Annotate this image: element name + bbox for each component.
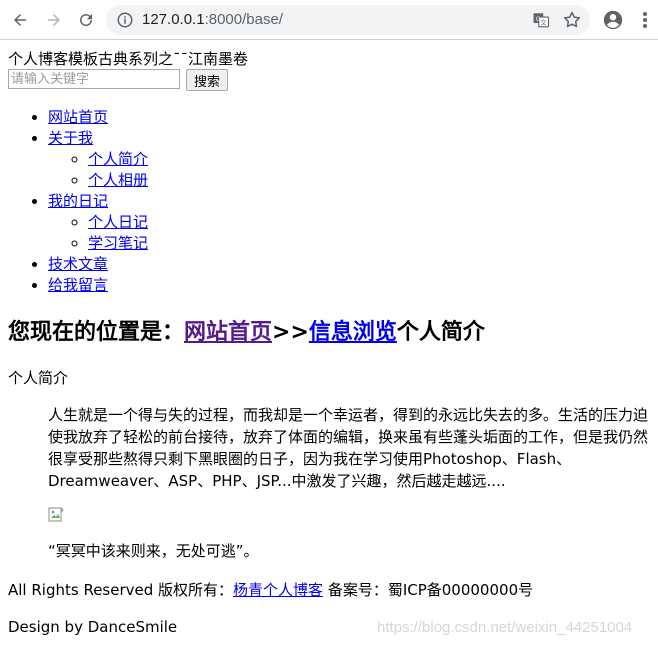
nav-item-home: 网站首页 [48,107,148,128]
section-label: 个人简介 [8,369,69,387]
nav-item-message: 给我留言 [48,275,148,296]
browser-toolbar: 127.0.0.1:8000/base/ G 文 [0,0,658,40]
diary-submenu: 个人日记 学习笔记 [48,212,148,254]
nav-item-personal-diary: 个人日记 [88,212,148,233]
reload-icon[interactable] [74,8,98,32]
breadcrumb-prefix: 您现在的位置是： [8,320,185,345]
address-bar[interactable]: 127.0.0.1:8000/base/ G 文 [106,5,590,35]
search-button[interactable]: 搜索 [186,69,228,91]
footer-design: Design by DanceSmile [8,618,178,636]
intro-paragraph: 人生就是一个得与失的过程，而我却是一个幸运者，得到的永远比失去的多。生活的压力迫… [48,406,649,490]
breadcrumb-separator: >> [272,320,309,345]
nav-item-about: 关于我 个人简介 个人相册 [48,128,148,191]
back-arrow-icon[interactable] [8,8,32,32]
nav-link-home[interactable]: 网站首页 [48,108,108,126]
breadcrumb: 您现在的位置是：网站首页>>信息浏览个人简介 [8,318,485,348]
page-content: 个人博客模板古典系列之¯¯江南墨卷 搜索 网站首页 关于我 个人简介 个人相册 … [0,41,658,645]
nav-item-study-notes: 学习笔记 [88,233,148,254]
url-text[interactable]: 127.0.0.1:8000/base/ [142,11,283,29]
site-title: 个人博客模板古典系列之¯¯江南墨卷 [8,50,249,68]
nav-item-diary: 我的日记 个人日记 学习笔记 [48,191,148,254]
account-icon[interactable] [602,9,624,31]
footer-icp-text: 备案号：蜀ICP备00000000号 [323,581,534,599]
info-icon[interactable] [116,11,134,29]
footer-copyright: All Rights Reserved 版权所有：杨青个人博客 备案号：蜀ICP… [8,580,533,600]
nav-link-tech[interactable]: 技术文章 [48,255,108,273]
nav-link-diary[interactable]: 我的日记 [48,192,108,210]
svg-text:文: 文 [541,19,547,27]
watermark: https://blog.csdn.net/weixin_44251004 [377,619,633,636]
about-submenu: 个人简介 个人相册 [48,149,148,191]
breadcrumb-browse-link[interactable]: 信息浏览 [309,320,397,345]
breadcrumb-current: 个人简介 [396,320,485,345]
breadcrumb-home-link[interactable]: 网站首页 [184,320,272,345]
search-input[interactable] [8,69,180,89]
footer-blog-link[interactable]: 杨青个人博客 [233,581,323,599]
translate-icon[interactable]: G 文 [532,11,550,29]
nav-item-album: 个人相册 [88,170,148,191]
nav-link-message[interactable]: 给我留言 [48,276,108,294]
motto-text: “冥冥中该来则来，无处可逃”。 [48,542,259,560]
nav-link-album[interactable]: 个人相册 [88,171,148,189]
nav-link-study-notes[interactable]: 学习笔记 [88,234,148,252]
nav-item-tech: 技术文章 [48,254,148,275]
bookmark-star-icon[interactable] [562,10,582,30]
broken-image-icon [48,507,64,522]
forward-arrow-icon[interactable] [42,8,66,32]
more-menu-icon[interactable] [636,9,654,31]
main-nav: 网站首页 关于我 个人简介 个人相册 我的日记 个人日记 学习笔记 技术文章 给… [0,107,148,296]
nav-link-profile[interactable]: 个人简介 [88,150,148,168]
nav-link-about[interactable]: 关于我 [48,129,93,147]
nav-link-personal-diary[interactable]: 个人日记 [88,213,148,231]
nav-item-profile: 个人简介 [88,149,148,170]
footer-rights-text: All Rights Reserved 版权所有： [8,581,234,599]
